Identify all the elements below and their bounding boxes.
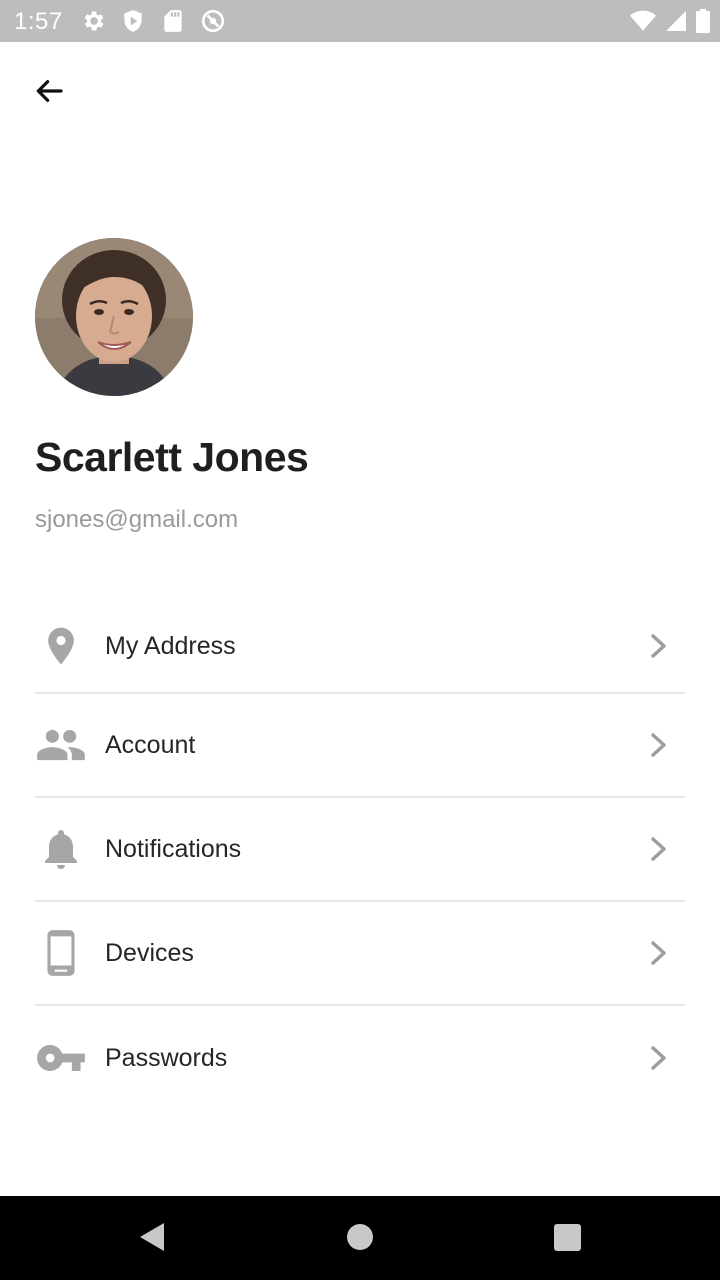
chevron-right-icon — [651, 634, 666, 658]
no-sync-icon — [200, 8, 226, 34]
back-button[interactable] — [28, 70, 70, 112]
avatar — [35, 238, 193, 396]
menu-item-account[interactable]: Account — [35, 694, 685, 798]
status-time: 1:57 — [14, 8, 63, 35]
battery-icon — [696, 9, 710, 33]
wifi-icon — [630, 10, 656, 31]
bell-icon — [35, 823, 87, 875]
arrow-left-icon — [36, 80, 63, 102]
nav-home-icon[interactable] — [347, 1224, 373, 1250]
menu-label: Notifications — [105, 834, 242, 863]
gear-icon — [80, 8, 106, 34]
location-pin-icon — [35, 620, 87, 672]
menu-item-my-address[interactable]: My Address — [35, 600, 685, 694]
menu-item-devices[interactable]: Devices — [35, 902, 685, 1006]
menu-label: My Address — [105, 631, 236, 660]
menu-label: Passwords — [105, 1043, 228, 1072]
menu-item-passwords[interactable]: Passwords — [35, 1006, 685, 1110]
settings-menu: My Address Account Notifications Devices… — [35, 600, 685, 1110]
menu-label: Account — [105, 730, 196, 759]
profile-name: Scarlett Jones — [35, 434, 309, 480]
signal-icon — [666, 11, 686, 31]
key-icon — [35, 1032, 87, 1084]
menu-label: Devices — [105, 938, 194, 967]
chevron-right-icon — [651, 837, 666, 861]
phone-icon — [35, 927, 87, 979]
sd-card-icon — [160, 8, 186, 34]
shield-icon — [120, 8, 146, 34]
nav-recents-icon[interactable] — [554, 1224, 581, 1251]
menu-item-notifications[interactable]: Notifications — [35, 798, 685, 902]
chevron-right-icon — [651, 941, 666, 965]
chevron-right-icon — [651, 733, 666, 757]
chevron-right-icon — [651, 1046, 666, 1070]
people-icon — [35, 719, 87, 771]
status-icons-left — [80, 8, 226, 34]
navigation-bar — [0, 1196, 720, 1280]
status-bar: 1:57 — [0, 0, 720, 42]
nav-back-icon[interactable] — [136, 1220, 166, 1254]
profile-email: sjones@gmail.com — [35, 506, 239, 533]
status-icons-right — [630, 8, 710, 34]
